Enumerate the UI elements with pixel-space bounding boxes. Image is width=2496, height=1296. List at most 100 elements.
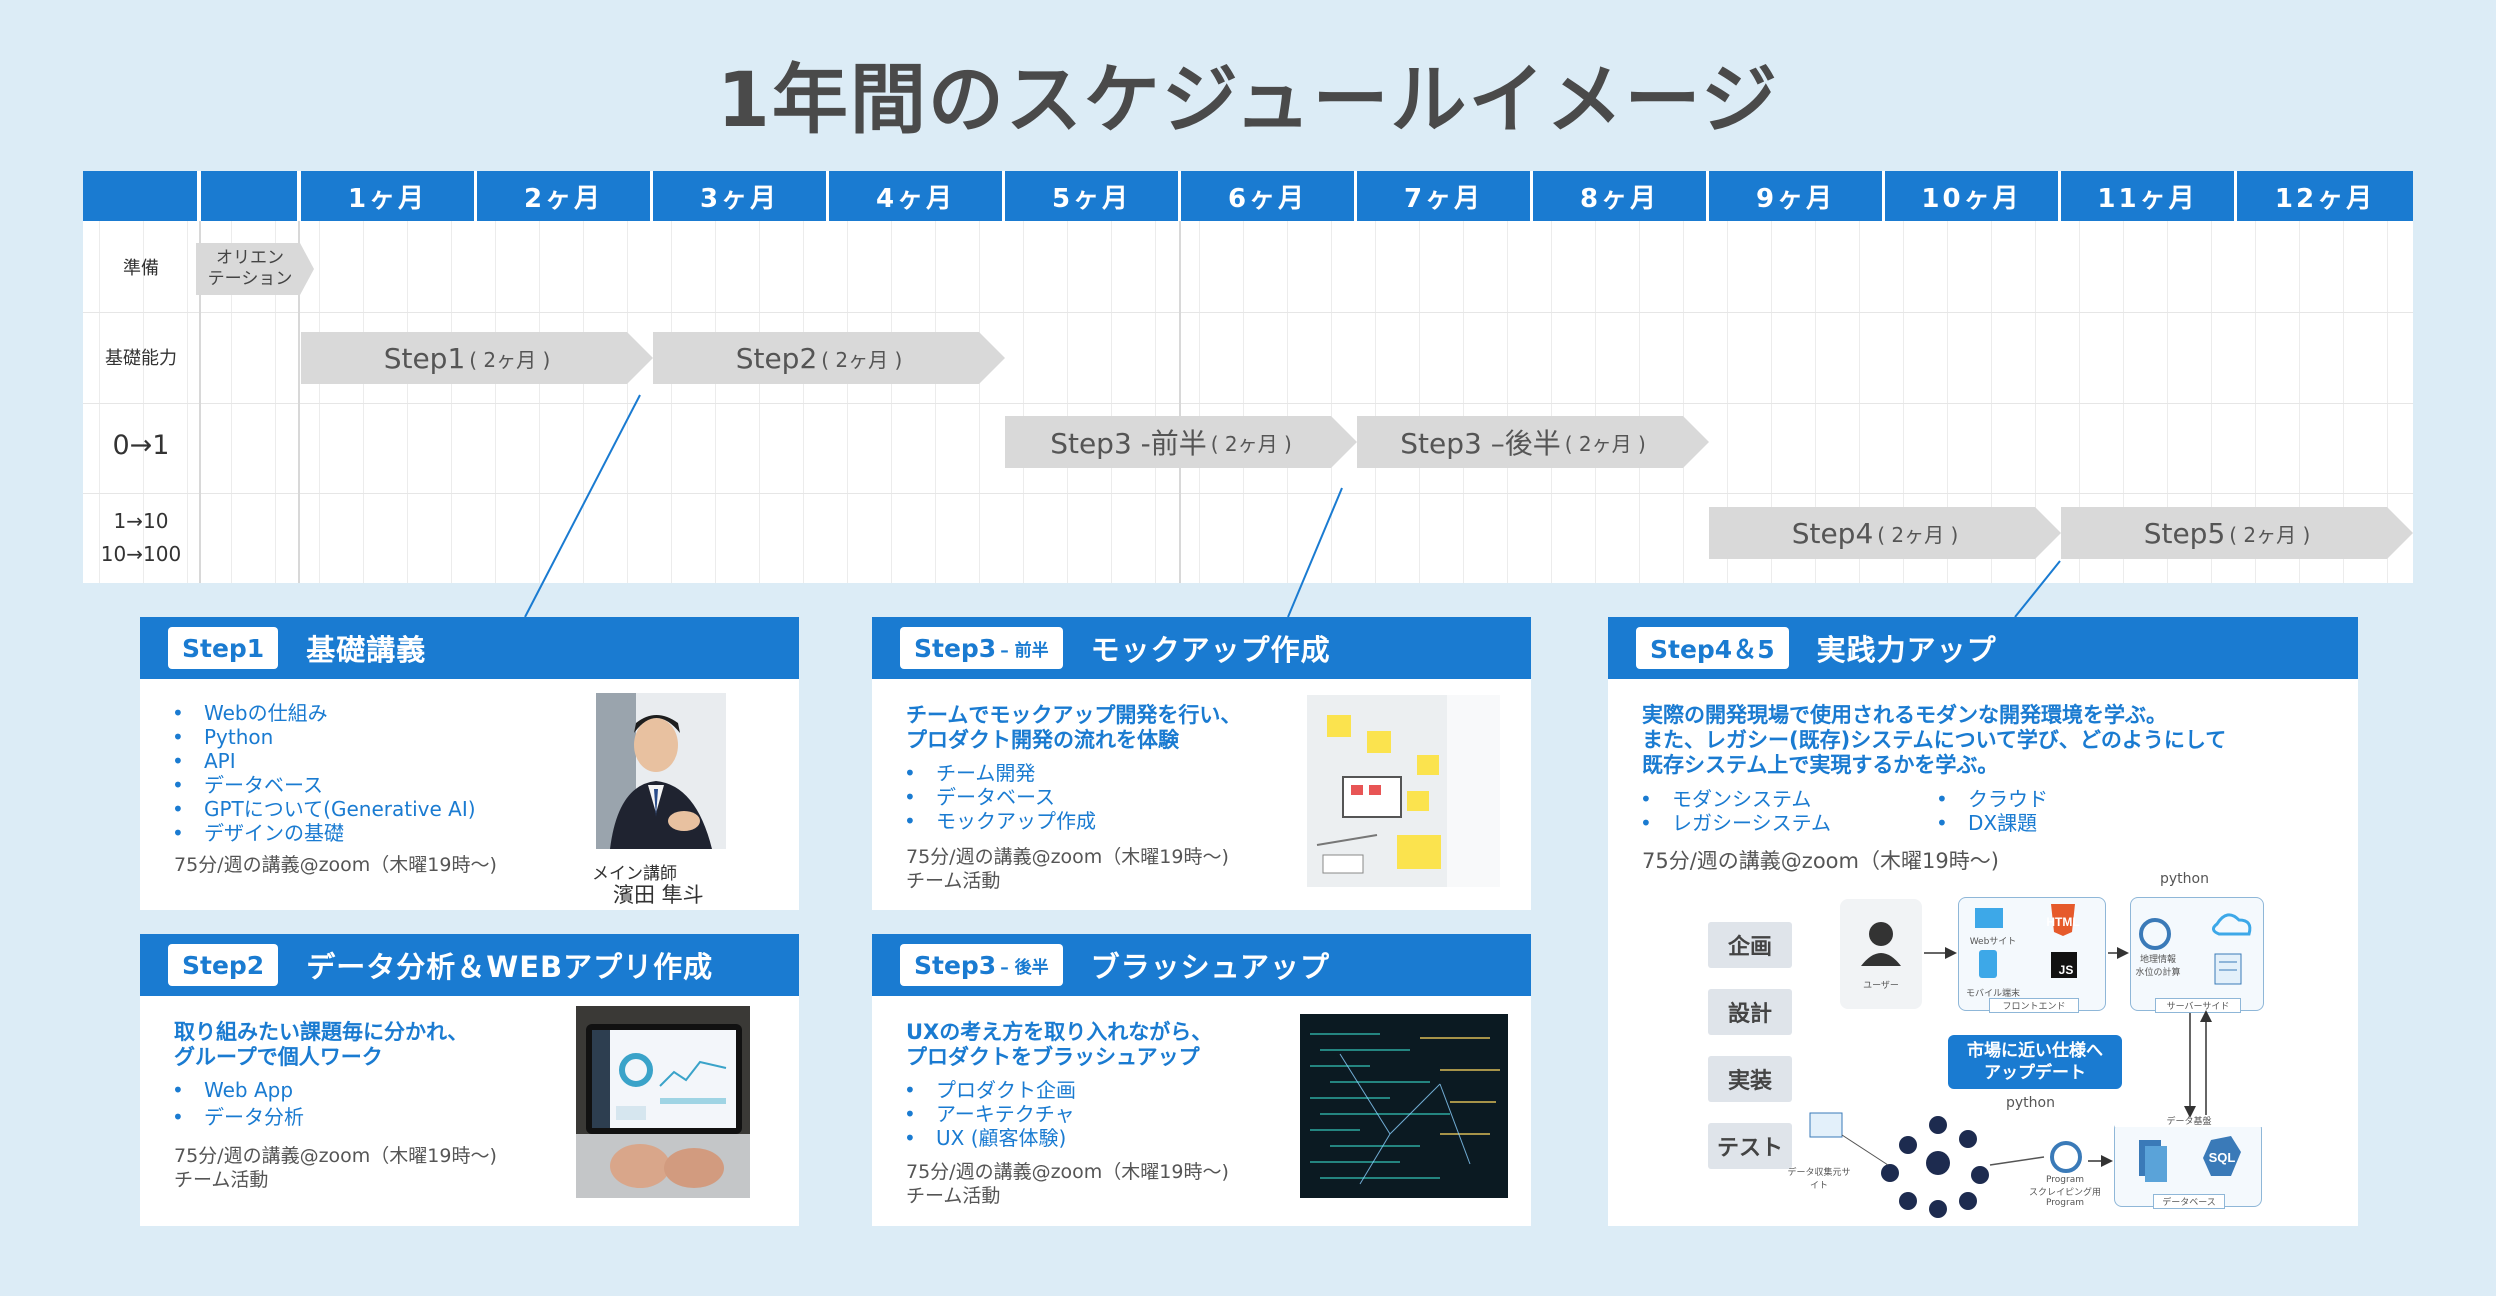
lead-line: プロダクトをブラッシュアップ — [906, 1045, 1200, 1069]
lead-line: UXの考え方を取り入れながら、 — [906, 1020, 1213, 1044]
header-blank — [201, 171, 297, 221]
orientation-line: オリエン — [215, 248, 284, 268]
month-header: 7ヶ月 — [1357, 171, 1530, 221]
mockup-photo — [1307, 695, 1500, 887]
list-item: データベース — [170, 773, 476, 797]
phase-step4-arrow: Step4( 2ヶ月 ) — [1709, 507, 2061, 559]
card-step3-first: Step3– 前半 モックアップ作成 チームでモックアップ開発を行い、 プロダク… — [872, 617, 1531, 910]
card-step2: Step2 データ分析＆WEBアプリ作成 取り組みたい課題毎に分かれ、 グループ… — [140, 934, 799, 1226]
list-item: API — [170, 749, 476, 773]
phase-step1-arrow: Step1( 2ヶ月 ) — [301, 332, 653, 384]
note-line: 75分/週の講義@zoom（木曜19時〜) — [174, 1145, 497, 1167]
card-title: データ分析＆WEBアプリ作成 — [306, 950, 714, 984]
card-header: Step1 基礎講義 — [140, 617, 799, 679]
card-title: 基礎講義 — [306, 633, 427, 667]
card-lead: チームでモックアップ開発を行い、 プロダクト開発の流れを体験 — [906, 703, 1241, 753]
orientation-arrow: オリエン テーション — [196, 243, 314, 295]
list-item: Web App — [170, 1078, 304, 1102]
card-title: モックアップ作成 — [1090, 633, 1331, 667]
phase-duration: ( 2ヶ月 ) — [821, 347, 903, 372]
card-title: ブラッシュアップ — [1090, 950, 1331, 984]
tag-sub: – 後半 — [1000, 957, 1049, 978]
row-label-ten-hundred: 10→100 — [100, 542, 182, 566]
step-tag: Step3– 前半 — [900, 627, 1063, 669]
phase-step5-arrow: Step5( 2ヶ月 ) — [2061, 507, 2413, 559]
step-tag: Step3– 後半 — [900, 944, 1063, 986]
page-title: 1年間のスケジュールイメージ — [716, 55, 1780, 144]
card-lead: UXの考え方を取り入れながら、 プロダクトをブラッシュアップ — [906, 1020, 1212, 1070]
header-blank — [83, 171, 197, 221]
month-header: 6ヶ月 — [1181, 171, 1354, 221]
phase-label: Step1 — [383, 341, 466, 375]
month-header: 2ヶ月 — [477, 171, 650, 221]
schedule-timeline: 1ヶ月 2ヶ月 3ヶ月 4ヶ月 5ヶ月 6ヶ月 7ヶ月 8ヶ月 9ヶ月 10ヶ月… — [83, 171, 2413, 583]
orientation-line: テーション — [207, 269, 293, 289]
row-label-one-ten: 1→10 — [113, 509, 169, 533]
schedule-note: 75分/週の講義@zoom（木曜19時〜) チーム活動 — [906, 845, 1229, 893]
lead-line: チームでモックアップ開発を行い、 — [906, 703, 1242, 727]
card-step4-5: Step4＆5 実践力アップ 実際の開発現場で使用されるモダンな開発環境を学ぶ。… — [1608, 617, 2358, 1226]
note-line: チーム活動 — [906, 1185, 1001, 1207]
row-divider — [83, 312, 2413, 313]
list-item: プロダクト企画 — [902, 1078, 1076, 1102]
month-header: 12ヶ月 — [2237, 171, 2413, 221]
topic-list: Webの仕組み Python API データベース GPTについて(Genera… — [170, 701, 476, 845]
tag-sub: – 前半 — [1000, 640, 1049, 661]
phase-label: Step5 — [2143, 516, 2226, 550]
phase-duration: ( 2ヶ月 ) — [2229, 522, 2311, 547]
note-line: チーム活動 — [174, 1169, 269, 1191]
step-tag: Step1 — [168, 627, 279, 669]
instructor-name: 濱田 隼斗 — [613, 883, 704, 907]
phase-step3a-arrow: Step3 -前半( 2ヶ月 ) — [1005, 416, 1357, 468]
step-tag: Step2 — [168, 944, 279, 986]
list-item: データベース — [902, 785, 1096, 809]
architecture-diagram: 企画 設計 実装 テスト ユーザー HTML JS Webサイト モバイル端末 — [1608, 617, 2358, 1226]
topic-list: プロダクト企画 アーキテクチャ UX (顧客体験) — [902, 1078, 1076, 1150]
card-lead: 取り組みたい課題毎に分かれ、 グループで個人ワーク — [174, 1020, 468, 1070]
row-divider — [83, 403, 2413, 404]
schedule-note: 75分/週の講義@zoom（木曜19時〜) チーム活動 — [906, 1160, 1229, 1208]
phase-label: Step3 –後半 — [1400, 427, 1561, 460]
note-line: チーム活動 — [906, 870, 1001, 892]
month-header: 9ヶ月 — [1709, 171, 1882, 221]
note-line: 75分/週の講義@zoom（木曜19時〜) — [906, 846, 1229, 868]
note-line: 75分/週の講義@zoom（木曜19時〜) — [906, 1161, 1229, 1183]
month-header: 4ヶ月 — [829, 171, 1002, 221]
code-photo — [1300, 1014, 1508, 1198]
phase-label: Step2 — [735, 341, 818, 375]
lead-line: グループで個人ワーク — [174, 1045, 383, 1069]
month-header: 1ヶ月 — [301, 171, 474, 221]
row-label-zero-one: 0→1 — [112, 430, 170, 461]
card-step1: Step1 基礎講義 Webの仕組み Python API データベース GPT… — [140, 617, 799, 910]
tag-label: Step3 — [914, 633, 997, 663]
card-step3-second: Step3– 後半 ブラッシュアップ UXの考え方を取り入れながら、 プロダクト… — [872, 934, 1531, 1226]
diagram-arrows — [1924, 947, 2212, 1167]
phase-step3b-arrow: Step3 –後半( 2ヶ月 ) — [1357, 416, 1709, 468]
list-item: チーム開発 — [902, 761, 1096, 785]
schedule-note: 75分/週の講義@zoom（木曜19時〜) チーム活動 — [174, 1144, 497, 1192]
list-item: データ分析 — [170, 1105, 304, 1129]
column-divider — [1179, 221, 1181, 583]
instructor-photo — [596, 693, 726, 849]
card-header: Step3– 後半 ブラッシュアップ — [872, 934, 1531, 996]
row-label-basics: 基礎能力 — [105, 348, 177, 369]
schedule-note: 75分/週の講義@zoom（木曜19時〜) — [174, 854, 497, 876]
month-header: 5ヶ月 — [1005, 171, 1178, 221]
list-item: UX (顧客体験) — [902, 1126, 1076, 1150]
row-label-prep: 準備 — [123, 258, 159, 279]
phase-duration: ( 2ヶ月 ) — [1210, 431, 1292, 456]
month-header: 11ヶ月 — [2061, 171, 2234, 221]
month-header: 3ヶ月 — [653, 171, 826, 221]
card-header: Step3– 前半 モックアップ作成 — [872, 617, 1531, 679]
topic-list: Web App データ分析 — [170, 1078, 304, 1129]
list-item: モックアップ作成 — [902, 809, 1096, 833]
phase-duration: ( 2ヶ月 ) — [1877, 522, 1959, 547]
phase-duration: ( 2ヶ月 ) — [469, 347, 551, 372]
list-item: アーキテクチャ — [902, 1102, 1076, 1126]
list-item: GPTについて(Generative AI) — [170, 797, 476, 821]
list-item: Webの仕組み — [170, 701, 476, 725]
phase-step2-arrow: Step2( 2ヶ月 ) — [653, 332, 1005, 384]
card-header: Step2 データ分析＆WEBアプリ作成 — [140, 934, 799, 996]
month-header: 10ヶ月 — [1885, 171, 2058, 221]
phase-label: Step4 — [1791, 516, 1874, 550]
